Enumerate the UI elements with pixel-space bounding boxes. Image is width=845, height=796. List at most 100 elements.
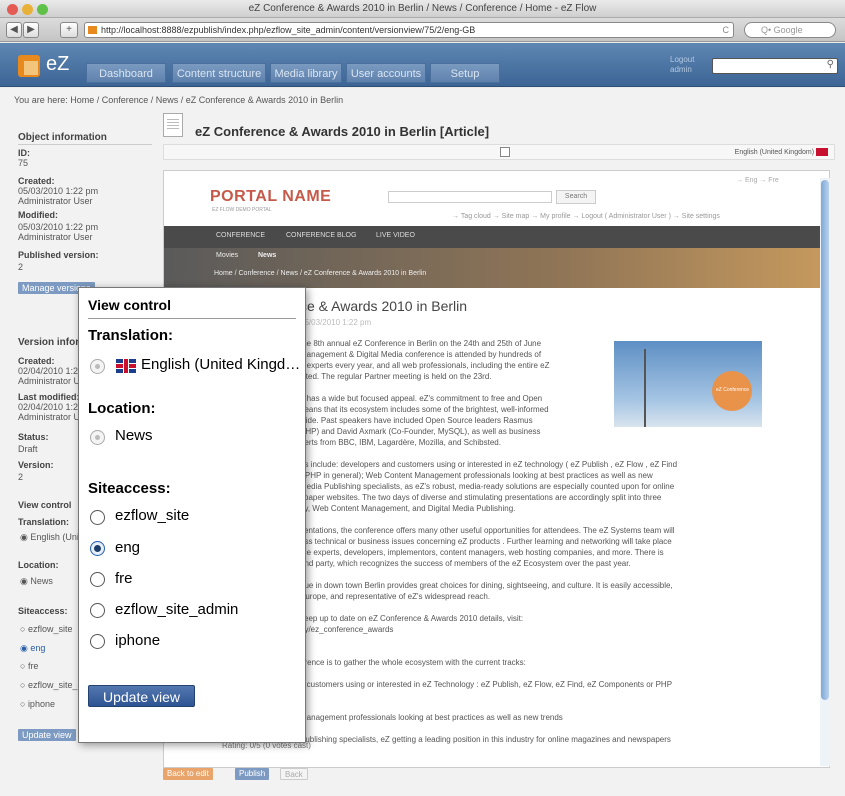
article-line: erence is to gather the whole ecosystem … — [300, 658, 526, 667]
article-line: ny/ez_conference_awards — [300, 625, 394, 634]
location-radio[interactable] — [90, 430, 105, 445]
tab-dashboard[interactable]: Dashboard — [86, 63, 166, 83]
google-search-field[interactable]: Q• Google — [744, 22, 836, 38]
article-line — [300, 723, 770, 734]
article-line — [300, 602, 770, 613]
version-label: Version: — [18, 460, 54, 470]
translation-label: Translation: — [18, 517, 70, 527]
preview-top-links[interactable]: → Tag cloud → Site map → My profile → Lo… — [452, 213, 720, 220]
logout-link[interactable]: Logout admin — [670, 55, 694, 75]
preview-subnav-movies[interactable]: Movies — [216, 252, 238, 259]
article-line: keep up to date on eZ Conference & Award… — [300, 614, 524, 623]
article-line: es include: developers and customers usi… — [300, 460, 678, 469]
modified-value: 05/03/2010 1:22 pm — [18, 222, 99, 232]
search-icon[interactable]: ⚲ — [827, 59, 834, 70]
site-favicon-icon — [88, 26, 97, 34]
siteaccess-radio-fre[interactable] — [90, 572, 105, 587]
back-to-edit-button[interactable]: Back to edit — [163, 768, 213, 780]
siteaccess-option[interactable]: ○ iphone — [20, 699, 55, 709]
preview-language-links[interactable]: → Eng → Fre — [736, 177, 779, 184]
status-label: Status: — [18, 432, 49, 442]
tab-media-library[interactable]: Media library — [270, 63, 342, 83]
article-line: Media Publishing specialists, as eZ's ro… — [300, 482, 675, 491]
siteaccess-label: Siteaccess: — [18, 606, 68, 616]
article-line — [300, 701, 770, 712]
preview-search-button[interactable]: Search — [556, 190, 596, 204]
siteaccess-option[interactable]: ○ ezflow_site — [20, 624, 72, 634]
preview-scrollbar-thumb[interactable] — [821, 180, 829, 700]
modified-by-value: Administrator User — [18, 232, 93, 242]
id-label: ID: — [18, 148, 30, 158]
article-line: 0 has a wide but focused appeal. eZ's co… — [300, 394, 543, 403]
siteaccess-radio-ezflow-site-admin[interactable] — [90, 603, 105, 618]
article-line: spaper websites. The two days of diverse… — [300, 493, 662, 502]
siteaccess-label-eng: eng — [115, 539, 141, 556]
location-option[interactable]: ◉ News — [20, 576, 53, 587]
created-value: 05/03/2010 1:22 pm — [18, 186, 99, 196]
article-line: uss technical or business issues concern… — [300, 537, 672, 546]
update-view-button[interactable]: Update view — [88, 685, 195, 707]
sidebar-update-view-button[interactable]: Update view — [18, 729, 76, 741]
preview-breadcrumb: Home / Conference / News / eZ Conference… — [214, 270, 427, 277]
url-field[interactable]: http://localhost:8888/ezpublish/index.ph… — [84, 22, 734, 38]
uk-flag-icon — [116, 359, 136, 373]
uk-flag-icon — [816, 148, 828, 156]
preview-nav-conference[interactable]: CONFERENCE — [216, 232, 265, 239]
view-control-title: View control — [88, 297, 171, 313]
language-indicator: English (United Kingdom) — [735, 148, 828, 156]
preview-nav: CONFERENCE CONFERENCE BLOG LIVE VIDEO — [164, 226, 830, 248]
back-button[interactable]: ◀ — [6, 22, 22, 38]
expand-icon[interactable] — [500, 147, 510, 157]
forward-button[interactable]: ▶ — [23, 22, 39, 38]
add-bookmark-button[interactable]: + — [60, 22, 78, 38]
status-value: Draft — [18, 444, 38, 454]
view-control-popup: View control Translation: English (Unite… — [78, 287, 306, 743]
document-icon — [163, 113, 183, 137]
article-date: 05/03/2010 1:22 pm — [300, 318, 372, 327]
article-line: the 8th annual eZ Conference in Berlin o… — [300, 339, 542, 348]
back-button-disabled[interactable]: Back — [280, 768, 308, 780]
admin-search-input[interactable]: ⚲ — [712, 58, 838, 74]
preview-search-input[interactable] — [388, 191, 552, 203]
tab-user-accounts[interactable]: User accounts — [346, 63, 426, 83]
siteaccess-option[interactable]: ◉ eng — [20, 643, 45, 654]
breadcrumb: You are here: Home / Conference / News /… — [14, 95, 344, 105]
reload-icon[interactable]: C — [723, 23, 730, 37]
siteaccess-label-ezflow-site: ezflow_site — [115, 507, 190, 524]
article-line: vited. The regular Partner meeting is he… — [300, 372, 492, 381]
preview-subnav-news[interactable]: News — [258, 252, 276, 259]
close-window-icon[interactable] — [7, 4, 18, 15]
siteaccess-radio-iphone[interactable] — [90, 634, 105, 649]
preview-nav-live-video[interactable]: LIVE VIDEO — [376, 232, 415, 239]
tab-setup[interactable]: Setup — [430, 63, 500, 83]
article-line: gy, Web Content Management, and Digital … — [300, 504, 516, 513]
siteaccess-label-ezflow-site-admin: ezflow_site_admin — [115, 601, 239, 618]
siteaccess-option[interactable]: ○ fre — [20, 661, 38, 671]
object-information-heading: Object information — [18, 132, 107, 143]
article-line: wide. Past speakers have included Open S… — [300, 416, 533, 425]
browser-toolbar: ◀ ▶ + http://localhost:8888/ezpublish/in… — [0, 18, 845, 42]
article-line: rce experts, developers, implementors, c… — [300, 548, 664, 557]
preview-nav-blog[interactable]: CONFERENCE BLOG — [286, 232, 356, 239]
url-text: http://localhost:8888/ezpublish/index.ph… — [101, 25, 476, 35]
window-titlebar: eZ Conference & Awards 2010 in Berlin / … — [0, 0, 845, 18]
divider — [88, 318, 296, 319]
minimize-window-icon[interactable] — [22, 4, 33, 15]
article-line: PHP) and David Axmark (Co-Founder, MySQL… — [300, 427, 541, 436]
siteaccess-radio-ezflow-site[interactable] — [90, 510, 105, 525]
translation-radio[interactable] — [90, 359, 105, 374]
view-control-heading: View control — [18, 500, 72, 510]
modified-label: Modified: — [18, 210, 58, 220]
zoom-window-icon[interactable] — [37, 4, 48, 15]
location-option-label: News — [115, 427, 153, 444]
article-heading: ce & Awards 2010 in Berlin — [300, 298, 468, 314]
article-line: Publishing specialists, eZ getting a lea… — [300, 735, 671, 744]
article-line: Europe, and representative of eZ's wides… — [300, 592, 491, 601]
tab-content-structure[interactable]: Content structure — [172, 63, 266, 83]
translation-option-label: English (United Kingdom) — [141, 356, 301, 373]
publish-button[interactable]: Publish — [235, 768, 270, 780]
article-line: d customers using or interested in eZ Te… — [300, 680, 673, 689]
article-line: nue in down town Berlin provides great c… — [300, 581, 673, 590]
version-created-label: Created: — [18, 356, 55, 366]
siteaccess-radio-eng[interactable] — [90, 541, 105, 556]
